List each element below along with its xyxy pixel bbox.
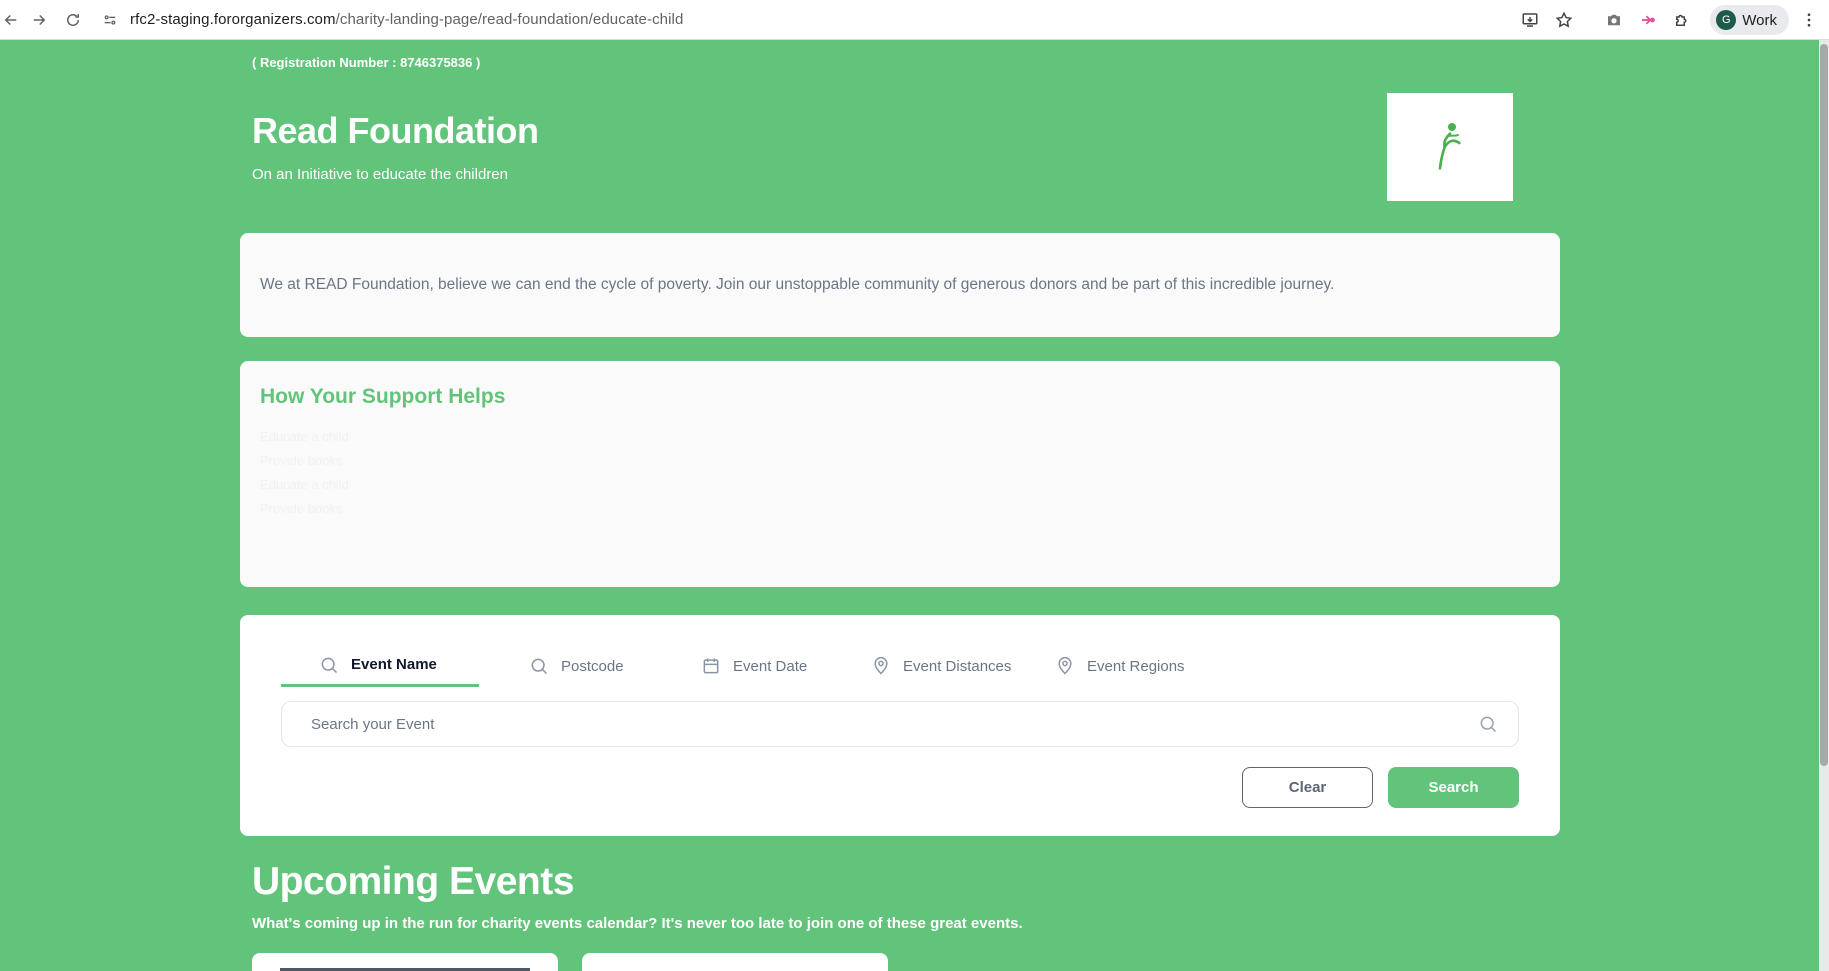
tab-postcode[interactable]: Postcode — [479, 645, 671, 687]
support-card: How Your Support Helps Educate a child P… — [240, 361, 1560, 587]
puzzle-icon — [1676, 14, 1687, 26]
event-card[interactable] — [252, 953, 558, 971]
tab-event-date[interactable]: Event Date — [671, 645, 851, 687]
event-search-card: Event Name Postcode Event Date Event Dis… — [240, 615, 1560, 836]
star-icon — [1555, 11, 1573, 28]
support-item: Educate a child — [260, 429, 349, 444]
browser-menu-button[interactable] — [1797, 11, 1821, 29]
arrow-extension-icon — [1642, 15, 1656, 25]
support-item: Provide books — [260, 453, 343, 468]
forward-button[interactable] — [22, 3, 56, 37]
upcoming-events-subtitle: What's coming up in the run for charity … — [252, 915, 1023, 932]
tab-label: Event Name — [351, 656, 437, 673]
page-scrollbar[interactable] — [1819, 40, 1829, 971]
tab-label: Postcode — [561, 657, 624, 675]
reload-icon — [67, 13, 79, 26]
charity-tagline: On an Initiative to educate the children — [252, 166, 508, 183]
support-item: Provide books — [260, 501, 343, 516]
tab-label: Event Regions — [1087, 657, 1185, 675]
tab-label: Event Distances — [903, 657, 1012, 675]
profile-name: Work — [1742, 11, 1777, 29]
more-vertical-icon — [1807, 13, 1811, 27]
tab-label: Event Date — [733, 657, 808, 675]
clear-button[interactable]: Clear — [1242, 767, 1373, 808]
about-text: We at READ Foundation, believe we can en… — [260, 276, 1335, 293]
arrow-left-icon — [4, 14, 17, 25]
url-host: rfc2-staging.fororganizers.com — [130, 11, 336, 28]
search-icon — [321, 657, 338, 673]
install-app-button[interactable] — [1514, 4, 1546, 36]
browser-toolbar: rfc2-staging.fororganizers.com/charity-l… — [0, 0, 1829, 40]
upcoming-events-title: Upcoming Events — [252, 860, 574, 903]
search-tabs: Event Name Postcode Event Date Event Dis… — [281, 645, 1235, 687]
about-card: We at READ Foundation, believe we can en… — [240, 233, 1560, 337]
registration-number: ( Registration Number : 8746375836 ) — [252, 55, 481, 70]
screenshot-extension-button[interactable] — [1598, 4, 1630, 36]
search-button[interactable]: Search — [1388, 767, 1519, 808]
support-item: Educate a child — [260, 477, 349, 492]
recorder-extension-button[interactable] — [1632, 4, 1664, 36]
event-search-field[interactable] — [281, 701, 1519, 747]
location-pin-icon — [1058, 656, 1072, 675]
extensions-button[interactable] — [1666, 4, 1698, 36]
address-bar[interactable]: rfc2-staging.fororganizers.com/charity-l… — [98, 5, 683, 35]
search-icon — [531, 658, 548, 675]
profile-button[interactable]: G Work — [1710, 5, 1789, 35]
support-title: How Your Support Helps — [260, 385, 506, 408]
bookmark-button[interactable] — [1548, 4, 1580, 36]
url-text[interactable]: rfc2-staging.fororganizers.com/charity-l… — [130, 11, 683, 28]
camera-icon — [1608, 14, 1621, 26]
search-icon[interactable] — [1478, 714, 1498, 734]
charity-name: Read Foundation — [252, 110, 539, 151]
runner-logo-icon — [1438, 123, 1461, 170]
event-search-input[interactable] — [311, 715, 1478, 733]
back-button[interactable] — [0, 3, 22, 37]
calendar-icon — [703, 658, 719, 674]
tab-event-regions[interactable]: Event Regions — [1055, 645, 1235, 687]
install-icon — [1522, 13, 1538, 27]
url-path: /charity-landing-page/read-foundation/ed… — [335, 11, 684, 28]
event-card[interactable] — [582, 953, 888, 971]
arrow-right-icon — [33, 14, 46, 25]
site-info-icon[interactable] — [98, 8, 122, 32]
charity-logo — [1387, 93, 1513, 201]
reload-button[interactable] — [56, 3, 90, 37]
scrollbar-thumb[interactable] — [1820, 44, 1828, 766]
support-list: Educate a child Provide books Educate a … — [260, 425, 349, 521]
location-pin-icon — [874, 656, 888, 675]
tab-event-name[interactable]: Event Name — [281, 645, 479, 687]
avatar: G — [1716, 10, 1737, 30]
tab-event-distances[interactable]: Event Distances — [851, 645, 1055, 687]
